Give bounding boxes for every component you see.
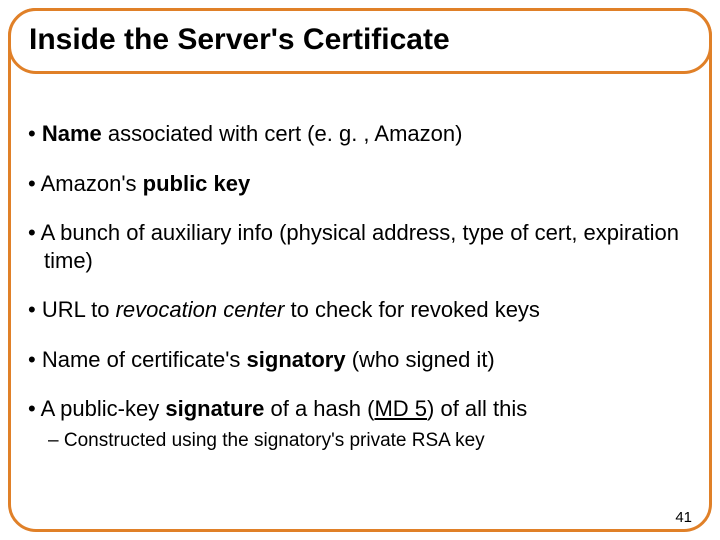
bullet-aux-info: A bunch of auxiliary info (physical addr… (28, 219, 692, 274)
bullet-signature: A public-key signature of a hash (MD 5) … (28, 395, 692, 423)
bullet-signatory: Name of certificate's signatory (who sig… (28, 346, 692, 374)
slide-title: Inside the Server's Certificate (29, 23, 691, 57)
title-box: Inside the Server's Certificate (8, 8, 712, 74)
sub-bullet-constructed: Constructed using the signatory's privat… (28, 429, 692, 453)
page-number: 41 (675, 509, 692, 526)
slide-content: Name associated with cert (e. g. , Amazo… (28, 120, 692, 452)
bullet-name: Name associated with cert (e. g. , Amazo… (28, 120, 692, 148)
bullet-public-key: Amazon's public key (28, 170, 692, 198)
bullet-revocation: URL to revocation center to check for re… (28, 296, 692, 324)
